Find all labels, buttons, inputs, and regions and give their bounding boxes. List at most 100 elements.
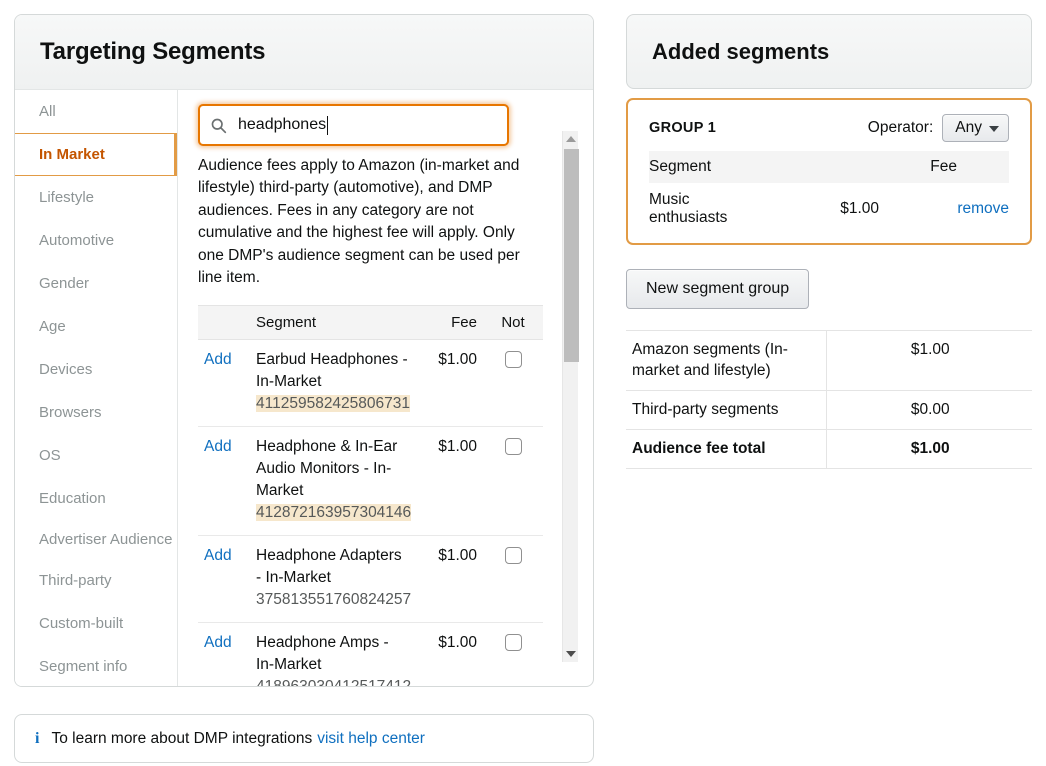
results-column: headphones Audience fees apply to Amazon…: [178, 90, 593, 687]
add-cell: Add: [198, 622, 256, 687]
remove-segment-link[interactable]: remove: [957, 200, 1009, 217]
sidebar-item-advertiser-audience[interactable]: Advertiser Audience: [15, 520, 177, 559]
not-cell: [483, 622, 543, 687]
not-checkbox[interactable]: [505, 634, 522, 651]
sidebar-item-os[interactable]: OS: [15, 434, 177, 477]
audience-fee-note: Audience fees apply to Amazon (in-market…: [198, 155, 544, 289]
add-segment-link[interactable]: Add: [204, 547, 232, 564]
segment-id: 412872163957304146: [256, 502, 411, 524]
totals-value: $1.00: [826, 331, 1032, 391]
totals-row: Amazon segments (In-market and lifestyle…: [626, 331, 1032, 391]
results-scrollbar[interactable]: [562, 131, 578, 662]
table-row: Add Headphone Adapters - In-Market 3758135…: [198, 535, 543, 622]
group-title: GROUP 1: [649, 120, 716, 136]
totals-label: Third-party segments: [626, 391, 826, 430]
segment-id: 375813551760824257: [256, 589, 411, 611]
operator-control: Operator: Any: [868, 114, 1009, 142]
segment-name-cell: Headphone Adapters - In-Market 3758135517…: [256, 535, 411, 622]
group-table-header-row: Segment Fee: [649, 151, 1009, 183]
table-row: Add Earbud Headphones - In-Market 41125958…: [198, 339, 543, 426]
scroll-down-arrow-icon[interactable]: [563, 646, 579, 662]
search-input[interactable]: headphones: [198, 104, 509, 146]
group-segment-name: Music enthusiasts: [649, 183, 769, 229]
not-checkbox[interactable]: [505, 351, 522, 368]
totals-label: Audience fee total: [626, 430, 826, 469]
segment-name: Headphone Adapters - In-Market: [256, 547, 402, 586]
text-caret: [327, 116, 328, 135]
sidebar-item-age[interactable]: Age: [15, 305, 177, 348]
table-row: Add Headphone & In-Ear Audio Monitors - I…: [198, 426, 543, 535]
category-sidebar: AllIn MarketLifestyleAutomotiveGenderAge…: [15, 90, 178, 687]
page-title: Targeting Segments: [40, 38, 265, 66]
not-cell: [483, 426, 543, 535]
totals-value: $1.00: [826, 430, 1032, 469]
sidebar-item-in-market[interactable]: In Market: [15, 133, 177, 176]
help-bar: i To learn more about DMP integrations v…: [14, 714, 594, 763]
add-segment-link[interactable]: Add: [204, 438, 232, 455]
segment-name: Headphone & In-Ear Audio Monitors - In-M…: [256, 438, 397, 499]
segment-id: 418963030412517412: [256, 676, 411, 687]
totals-label: Amazon segments (In-market and lifestyle…: [626, 331, 826, 391]
col-header-segment: Segment: [256, 305, 411, 339]
panel-body: AllIn MarketLifestyleAutomotiveGenderAge…: [15, 90, 593, 687]
sidebar-item-browsers[interactable]: Browsers: [15, 391, 177, 434]
sidebar-item-segment-info[interactable]: Segment info: [15, 645, 177, 687]
group-table-row: Music enthusiasts$1.00 remove: [649, 183, 1009, 229]
sidebar-item-lifestyle[interactable]: Lifestyle: [15, 176, 177, 219]
segment-id-value: 375813551760824257: [256, 591, 411, 608]
help-bar-text: To learn more about DMP integrations: [51, 730, 312, 748]
segment-id-value: 412872163957304146: [256, 504, 411, 521]
sidebar-item-all[interactable]: All: [15, 90, 177, 133]
not-checkbox[interactable]: [505, 547, 522, 564]
segment-fee: $1.00: [411, 426, 483, 535]
segment-id: 411259582425806731: [256, 393, 411, 415]
table-row: AddHeadphone Amps - In-Market41896303041…: [198, 622, 543, 687]
group-col-header-segment: Segment: [649, 151, 769, 183]
group-segments-table: Segment Fee Music enthusiasts$1.00 remove: [649, 151, 1009, 229]
segment-id-value: 411259582425806731: [256, 395, 410, 412]
new-segment-group-button[interactable]: New segment group: [626, 269, 809, 309]
scrollbar-thumb[interactable]: [564, 149, 579, 362]
not-checkbox[interactable]: [505, 438, 522, 455]
add-cell: Add: [198, 426, 256, 535]
scroll-up-arrow-icon[interactable]: [563, 131, 579, 147]
audience-fee-totals-table: Amazon segments (In-market and lifestyle…: [626, 330, 1032, 469]
not-cell: [483, 339, 543, 426]
group-segment-fee: $1.00: [769, 183, 889, 229]
segment-id-value: 418963030412517412: [256, 678, 411, 687]
visit-help-center-link[interactable]: visit help center: [317, 730, 425, 748]
targeting-segments-panel: Targeting Segments AllIn MarketLifestyle…: [14, 14, 594, 687]
sidebar-item-devices[interactable]: Devices: [15, 348, 177, 391]
add-cell: Add: [198, 339, 256, 426]
sidebar-item-third-party[interactable]: Third-party: [15, 559, 177, 602]
operator-value: Any: [955, 119, 982, 137]
info-icon: i: [35, 730, 39, 748]
added-segments-header: Added segments: [626, 14, 1032, 89]
segment-name-cell: Headphone & In-Ear Audio Monitors - In-M…: [256, 426, 411, 535]
operator-label: Operator:: [868, 119, 933, 137]
segment-fee: $1.00: [411, 622, 483, 687]
added-segments-panel: Added segments GROUP 1 Operator: Any Seg…: [626, 14, 1032, 469]
sidebar-item-automotive[interactable]: Automotive: [15, 219, 177, 262]
operator-select[interactable]: Any: [942, 114, 1009, 142]
search-value: headphones: [238, 115, 326, 135]
col-header-action: [198, 305, 256, 339]
added-segments-title: Added segments: [652, 39, 829, 65]
sidebar-item-custom-built[interactable]: Custom-built: [15, 602, 177, 645]
col-header-not: Not: [483, 305, 543, 339]
add-segment-link[interactable]: Add: [204, 634, 232, 651]
panel-header: Targeting Segments: [15, 15, 593, 90]
segment-results-table: Segment Fee Not AddEarbud Headphones - I…: [198, 305, 543, 687]
totals-row: Audience fee total$1.00: [626, 430, 1032, 469]
sidebar-item-education[interactable]: Education: [15, 477, 177, 520]
add-segment-link[interactable]: Add: [204, 351, 232, 368]
segment-group-card: GROUP 1 Operator: Any Segment Fee Musi: [626, 98, 1032, 245]
group-card-header: GROUP 1 Operator: Any: [649, 114, 1009, 151]
chevron-down-icon: [989, 126, 999, 132]
search-icon: [210, 117, 227, 134]
app-root: Targeting Segments AllIn MarketLifestyle…: [0, 0, 1046, 766]
sidebar-item-gender[interactable]: Gender: [15, 262, 177, 305]
segment-name: Earbud Headphones - In-Market: [256, 351, 408, 390]
totals-value: $0.00: [826, 391, 1032, 430]
totals-row: Third-party segments$0.00: [626, 391, 1032, 430]
